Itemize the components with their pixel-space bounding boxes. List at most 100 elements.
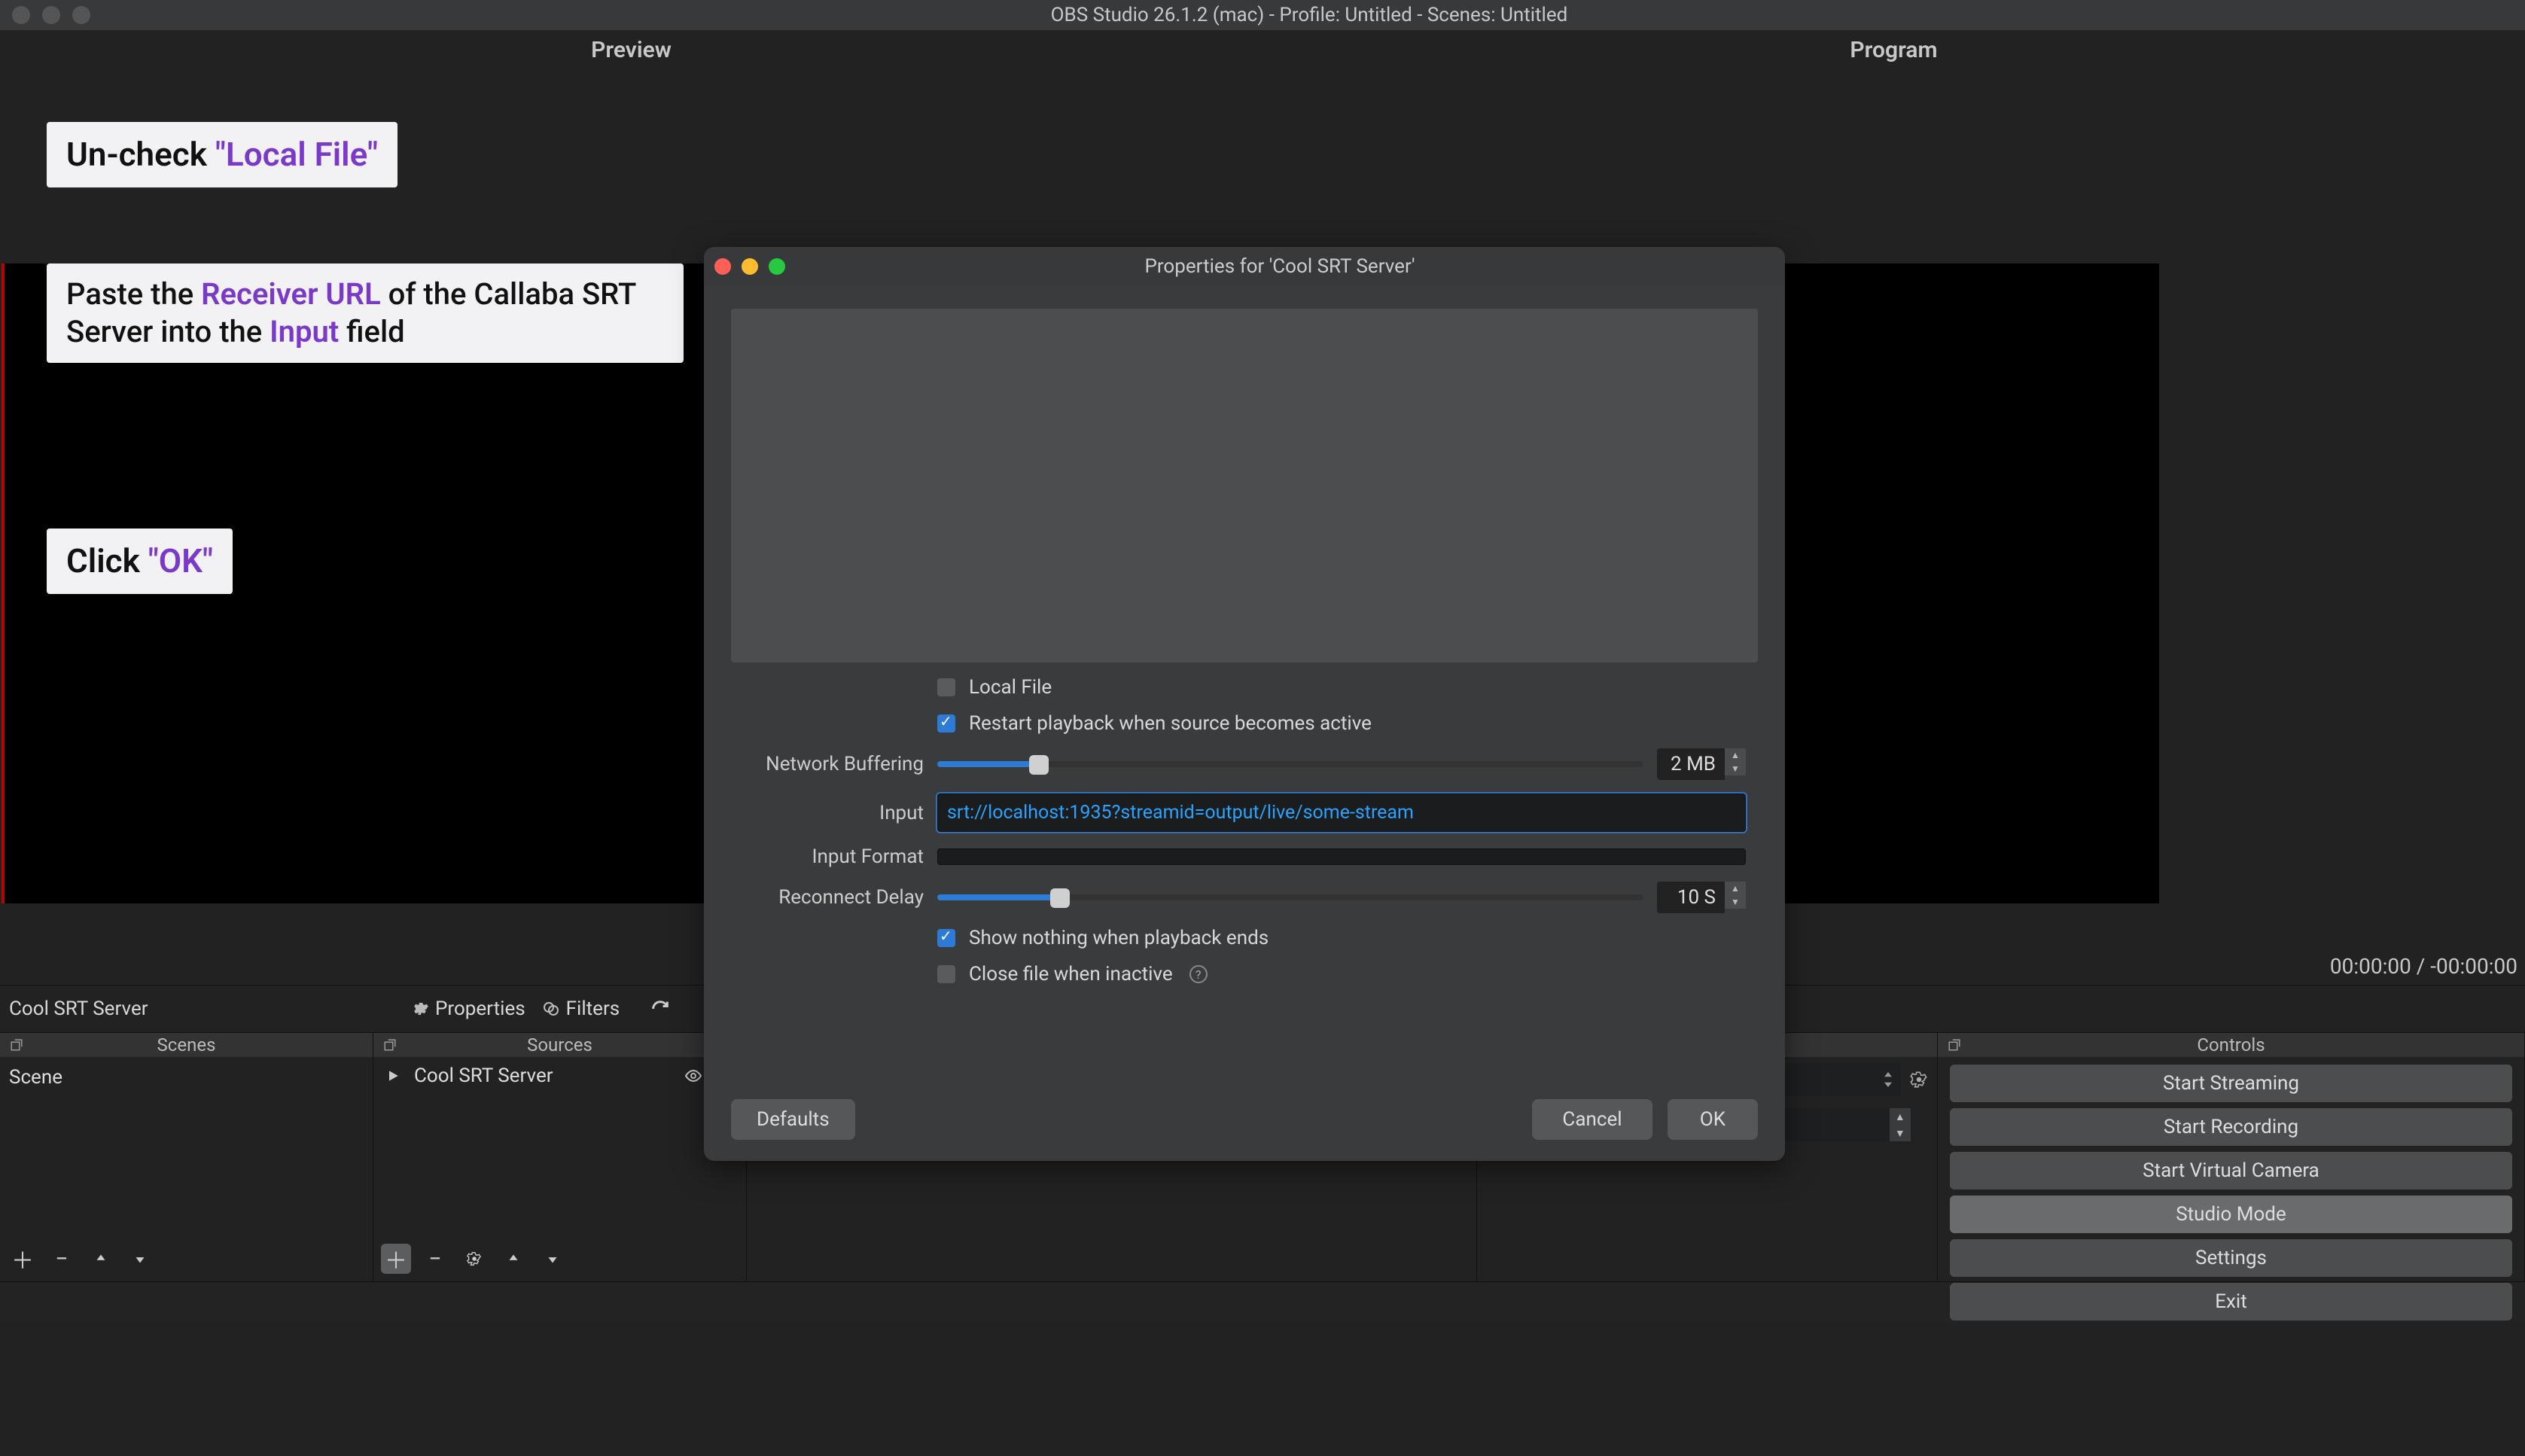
- annotation-click-ok: Click "OK": [47, 528, 233, 594]
- minimize-icon[interactable]: [42, 6, 60, 24]
- annotation-text: Input: [270, 314, 339, 349]
- step-down-button[interactable]: ▼: [1890, 1125, 1911, 1141]
- step-down-button[interactable]: ▼: [1725, 762, 1746, 775]
- remove-source-button[interactable]: −: [420, 1244, 450, 1274]
- controls-panel: Controls Start Streaming Start Recording…: [1938, 1033, 2525, 1281]
- annotation-text: Paste the: [66, 276, 201, 312]
- defaults-button[interactable]: Defaults: [731, 1099, 855, 1140]
- cancel-button[interactable]: Cancel: [1532, 1099, 1652, 1140]
- source-name: Cool SRT Server: [414, 1065, 553, 1087]
- move-down-button[interactable]: [125, 1244, 155, 1274]
- annotation-text: Un-check: [66, 135, 215, 174]
- move-up-button[interactable]: [498, 1244, 528, 1274]
- minimize-icon[interactable]: [742, 258, 758, 275]
- controls-title: Controls: [1938, 1034, 2524, 1055]
- step-up-button[interactable]: ▲: [1725, 748, 1746, 762]
- network-buffering-value[interactable]: 2 MB: [1657, 748, 1725, 780]
- input-field[interactable]: srt://localhost:1935?streamid=output/liv…: [937, 793, 1746, 832]
- add-source-button[interactable]: ＋: [381, 1244, 411, 1274]
- source-properties-button[interactable]: [459, 1244, 489, 1274]
- properties-button[interactable]: Properties: [410, 998, 525, 1020]
- fullscreen-icon[interactable]: [72, 6, 90, 24]
- start-recording-button[interactable]: Start Recording: [1950, 1108, 2512, 1146]
- move-down-button[interactable]: [538, 1244, 568, 1274]
- properties-dialog: Properties for 'Cool SRT Server' Local F…: [704, 247, 1785, 1161]
- close-icon[interactable]: [12, 6, 30, 24]
- sources-toolbar: ＋ −: [373, 1236, 575, 1281]
- input-label: Input: [743, 802, 924, 824]
- show-nothing-checkbox[interactable]: [937, 929, 955, 947]
- sources-panel: Sources Cool SRT Server ＋ −: [373, 1033, 747, 1281]
- source-row[interactable]: Cool SRT Server: [379, 1062, 740, 1090]
- scenes-title: Scenes: [0, 1034, 373, 1055]
- sources-header: Sources: [373, 1033, 746, 1057]
- reconnect-delay-slider[interactable]: [937, 894, 1643, 900]
- show-nothing-label: Show nothing when playback ends: [969, 927, 1269, 949]
- program-label: Program: [1262, 30, 2525, 69]
- add-scene-button[interactable]: ＋: [8, 1244, 38, 1274]
- eye-icon[interactable]: [683, 1065, 704, 1086]
- remove-scene-button[interactable]: −: [47, 1244, 77, 1274]
- dialog-titlebar: Properties for 'Cool SRT Server': [704, 247, 1785, 286]
- updown-icon: [1883, 1072, 1893, 1087]
- window-title: OBS Studio 26.1.2 (mac) - Profile: Untit…: [105, 4, 2513, 26]
- window-traffic-lights: [12, 6, 90, 24]
- input-format-label: Input Format: [743, 845, 924, 868]
- play-icon: [382, 1065, 404, 1086]
- step-up-button[interactable]: ▲: [1890, 1108, 1911, 1125]
- studio-mode-button[interactable]: Studio Mode: [1950, 1196, 2512, 1233]
- annotation-text: "OK": [148, 541, 213, 580]
- gear-icon: [410, 998, 431, 1019]
- fullscreen-icon[interactable]: [769, 258, 785, 275]
- titlebar: OBS Studio 26.1.2 (mac) - Profile: Untit…: [0, 0, 2525, 30]
- reconnect-delay-label: Reconnect Delay: [743, 886, 924, 909]
- selected-source-name: Cool SRT Server: [6, 998, 375, 1020]
- scenes-header: Scenes: [0, 1033, 373, 1057]
- close-file-label: Close file when inactive: [969, 963, 1173, 985]
- local-file-label: Local File: [969, 676, 1052, 699]
- filters-icon: [541, 998, 562, 1019]
- ok-button[interactable]: OK: [1668, 1099, 1758, 1140]
- scenes-panel: Scenes Scene ＋ −: [0, 1033, 373, 1281]
- help-icon[interactable]: ?: [1189, 965, 1208, 983]
- filters-label: Filters: [566, 998, 620, 1020]
- settings-button[interactable]: Settings: [1950, 1239, 2512, 1277]
- filters-button[interactable]: Filters: [541, 998, 620, 1020]
- sources-title: Sources: [373, 1034, 746, 1055]
- program-time: 00:00:00 / -00:00:00: [2330, 954, 2517, 979]
- annotation-text: Click: [66, 541, 148, 580]
- scenes-toolbar: ＋ −: [0, 1236, 163, 1281]
- scene-item[interactable]: Scene: [6, 1062, 367, 1093]
- annotation-text: "Local File": [215, 135, 378, 174]
- restart-playback-checkbox[interactable]: [937, 714, 955, 733]
- view-header: Preview Program: [0, 30, 2525, 69]
- dialog-button-row: Defaults Cancel OK: [704, 1086, 1785, 1161]
- dialog-preview: [731, 309, 1758, 663]
- annotation-uncheck: Un-check "Local File": [47, 122, 397, 187]
- reconnect-delay-value[interactable]: 10 S: [1657, 882, 1725, 913]
- annotation-text: field: [339, 314, 404, 349]
- network-buffering-label: Network Buffering: [743, 753, 924, 775]
- properties-label: Properties: [435, 998, 525, 1020]
- exit-button[interactable]: Exit: [1950, 1283, 2512, 1320]
- move-up-button[interactable]: [86, 1244, 116, 1274]
- gear-icon[interactable]: [1908, 1069, 1930, 1090]
- annotation-paste: Paste the Receiver URL of the Callaba SR…: [47, 263, 684, 363]
- close-file-checkbox[interactable]: [937, 965, 955, 983]
- network-buffering-slider[interactable]: [937, 761, 1643, 767]
- start-virtual-camera-button[interactable]: Start Virtual Camera: [1950, 1152, 2512, 1189]
- refresh-icon: [650, 998, 671, 1019]
- dialog-form: Local File Restart playback when source …: [704, 670, 1785, 991]
- restart-playback-label: Restart playback when source becomes act…: [969, 712, 1372, 735]
- refresh-button[interactable]: [650, 998, 671, 1019]
- close-icon[interactable]: [714, 258, 731, 275]
- start-streaming-button[interactable]: Start Streaming: [1950, 1065, 2512, 1102]
- dialog-title: Properties for 'Cool SRT Server': [785, 255, 1774, 278]
- preview-label: Preview: [0, 30, 1262, 69]
- controls-header: Controls: [1938, 1033, 2524, 1057]
- local-file-checkbox[interactable]: [937, 678, 955, 696]
- step-up-button[interactable]: ▲: [1725, 882, 1746, 895]
- step-down-button[interactable]: ▼: [1725, 895, 1746, 909]
- annotation-text: Receiver URL: [201, 276, 381, 312]
- input-format-field[interactable]: [937, 848, 1746, 865]
